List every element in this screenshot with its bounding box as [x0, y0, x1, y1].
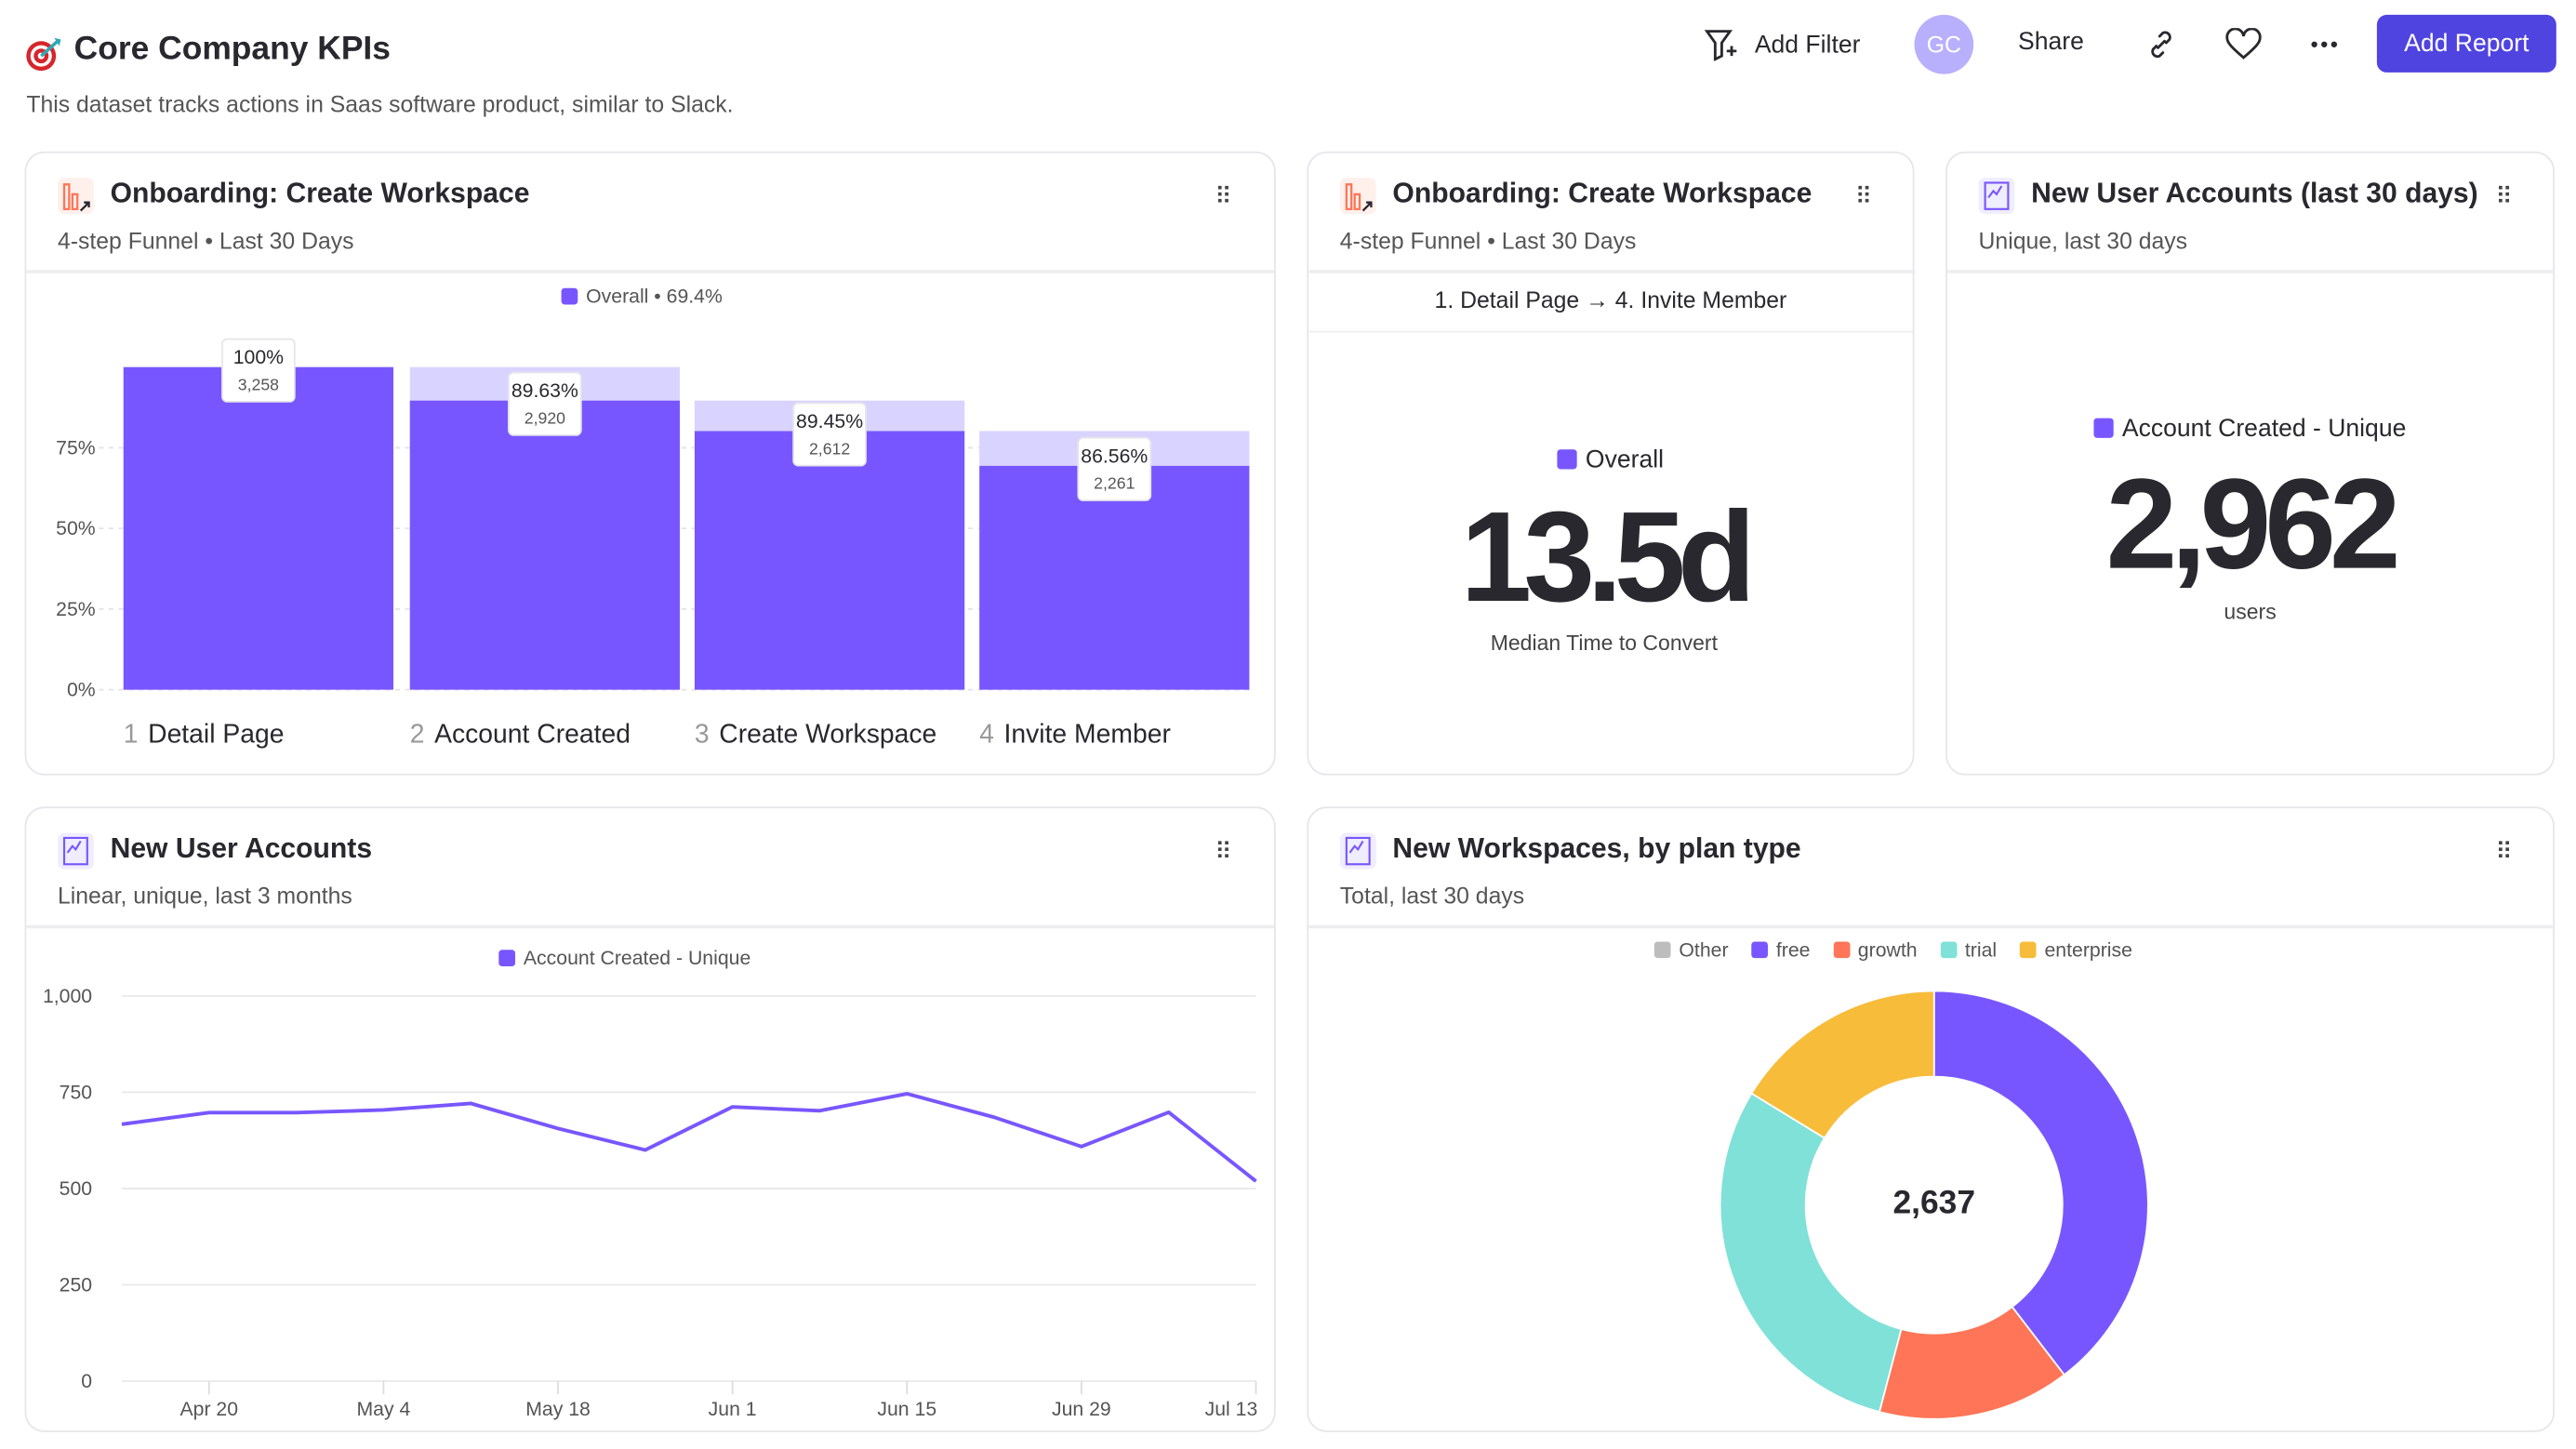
- legend-swatch: [2093, 418, 2115, 438]
- step-label: 4 Invite Member: [979, 719, 1171, 749]
- x-tick-label: Jun 1: [709, 1398, 757, 1420]
- step-name: Account Created: [434, 719, 631, 749]
- y-tick-label: 25%: [56, 598, 96, 620]
- metric-value: 2,962: [2105, 450, 2401, 596]
- legend-label: Overall: [1585, 445, 1665, 474]
- bar-percent-label: 89.63%: [511, 379, 578, 402]
- donut-chart: [1719, 990, 2149, 1420]
- new-workspaces-card: New Workspaces, by plan type Total, last…: [1307, 806, 2556, 1432]
- drag-handle-icon[interactable]: ⠿: [2495, 182, 2512, 210]
- bar-count-label: 3,258: [238, 375, 279, 393]
- target-icon: [26, 37, 61, 72]
- page-title: Core Company KPIs: [73, 31, 391, 68]
- y-tick-label: 0: [81, 1370, 92, 1392]
- x-tick-label: May 4: [356, 1398, 410, 1420]
- funnel-bar: [694, 431, 965, 690]
- metric-legend: Overall: [1308, 446, 1913, 474]
- metric-caption: Median Time to Convert: [1490, 630, 1718, 656]
- bar-percent-label: 100%: [233, 346, 284, 368]
- metric-caption: users: [2224, 599, 2277, 624]
- x-tick-label: Jun 15: [877, 1398, 936, 1420]
- link-icon[interactable]: [2144, 28, 2177, 60]
- heart-icon[interactable]: [2225, 28, 2262, 60]
- funnel-report-icon: [1339, 178, 1376, 215]
- page-description: This dataset tracks actions in Saas soft…: [26, 90, 734, 117]
- step-label: 2 Account Created: [410, 719, 631, 749]
- add-filter-label: Add Filter: [1754, 30, 1861, 59]
- step-label: 3 Create Workspace: [695, 719, 936, 749]
- time-to-convert-card: Onboarding: Create Workspace 4-step Funn…: [1307, 151, 1915, 776]
- bar-percent-label: 86.56%: [1081, 445, 1148, 467]
- donut-total: 2,637: [1892, 1185, 1976, 1222]
- bar-count-label: 2,612: [809, 439, 850, 458]
- step-number: 4: [979, 719, 994, 749]
- line-chart: 0 250 500 750 1,000 Apr 20 May 4 May 18 Jun 1 Jun…: [43, 985, 1258, 1420]
- step-name: Create Workspace: [719, 719, 936, 749]
- metric-legend: Account Created - Unique: [1947, 415, 2553, 443]
- y-tick-label: 0%: [67, 679, 96, 701]
- funnel-bar: [409, 400, 681, 690]
- x-tick-label: Apr 20: [180, 1398, 239, 1420]
- share-button[interactable]: Share: [2018, 28, 2084, 56]
- avatar[interactable]: GC: [1914, 14, 1974, 74]
- x-tick-label: Jun 29: [1052, 1398, 1111, 1420]
- legend-swatch: [1557, 449, 1578, 470]
- bar-count-label: 2,261: [1094, 474, 1135, 493]
- legend-label: Account Created - Unique: [2121, 415, 2407, 444]
- step-number: 1: [124, 719, 139, 749]
- donut-slice-trial: [1719, 1092, 1903, 1414]
- metric-value: 13.5d: [1460, 484, 1756, 630]
- card-subtitle: Unique, last 30 days: [1978, 227, 2188, 254]
- step-name: Invite Member: [1004, 719, 1171, 749]
- step-name: Detail Page: [148, 719, 284, 749]
- y-tick-label: 1,000: [43, 985, 92, 1007]
- add-report-button[interactable]: Add Report: [2376, 14, 2556, 73]
- y-tick-label: 500: [60, 1177, 92, 1200]
- card-title[interactable]: New User Accounts (last 30 days): [2031, 178, 2477, 210]
- step-number: 2: [410, 719, 425, 749]
- divider: [1308, 330, 1913, 333]
- funnel-chart: 0% 25% 50% 75% 100% 3,258 1 Detail Page 89.63% 2,…: [56, 338, 1253, 749]
- y-tick-label: 50%: [56, 517, 96, 539]
- y-tick-label: 250: [60, 1274, 92, 1296]
- y-tick-label: 75%: [56, 437, 96, 459]
- y-tick-label: 750: [60, 1081, 92, 1103]
- divider: [1946, 270, 2554, 273]
- donut-slice-free: [1932, 990, 2149, 1376]
- add-filter-button[interactable]: Add Filter: [1704, 28, 1861, 61]
- card-subtitle: 4-step Funnel • Last 30 Days: [1339, 227, 1637, 254]
- series-line: [121, 1092, 1257, 1183]
- step-label: 1 Detail Page: [124, 719, 285, 749]
- drag-handle-icon[interactable]: ⠿: [1855, 182, 1872, 210]
- bar-count-label: 2,920: [524, 408, 565, 427]
- step-range: 1. Detail Page → 4. Invite Member: [1434, 286, 1787, 313]
- divider: [1308, 270, 1913, 273]
- funnel-card: Onboarding: Create Workspace 4-step Funn…: [24, 151, 1276, 776]
- step-number: 3: [695, 719, 710, 749]
- more-icon[interactable]: [2309, 39, 2339, 49]
- filter-plus-icon: [1704, 30, 1737, 61]
- new-user-accounts-card: New User Accounts Linear, unique, last 3…: [24, 806, 1276, 1432]
- bar-percent-label: 89.45%: [796, 410, 863, 432]
- insights-report-icon: [1978, 178, 2015, 215]
- funnel-bar: [123, 366, 394, 690]
- card-title[interactable]: Onboarding: Create Workspace: [1392, 178, 1812, 210]
- new-user-accounts-30d-card: New User Accounts (last 30 days) Unique,…: [1945, 151, 2556, 776]
- x-tick-label: Jul 13: [1205, 1398, 1258, 1420]
- x-tick-label: May 18: [525, 1398, 591, 1420]
